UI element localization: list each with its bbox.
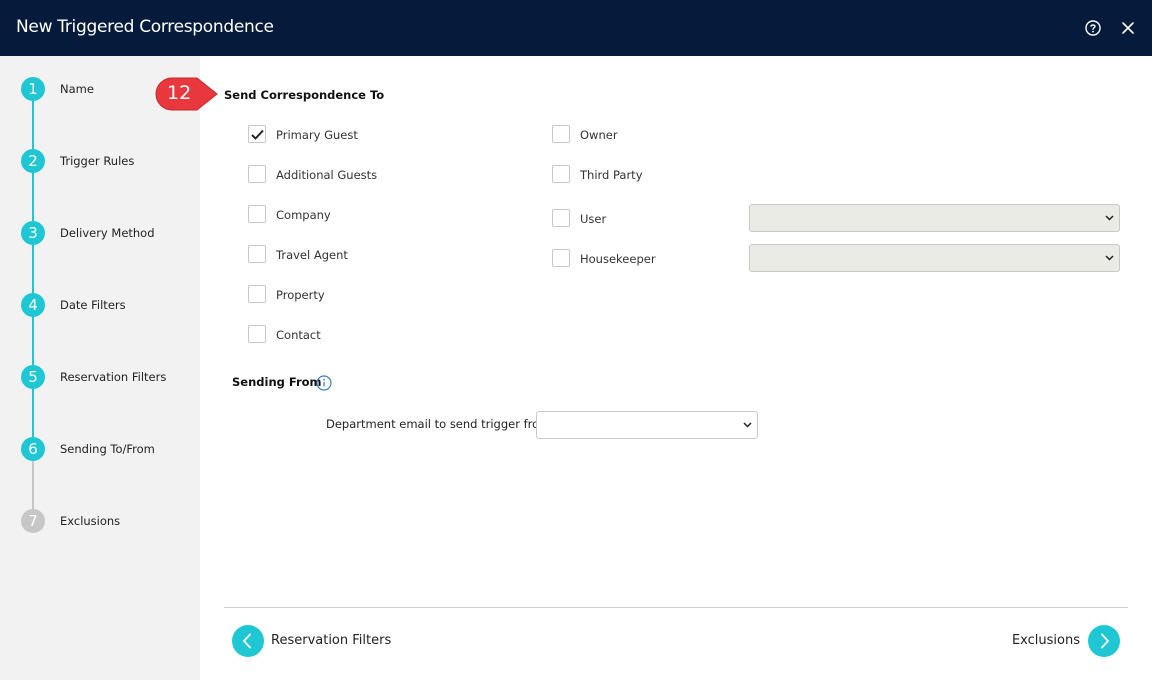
label-property: Property bbox=[276, 288, 325, 302]
footer-divider bbox=[224, 607, 1128, 608]
step-label: Date Filters bbox=[60, 298, 126, 312]
checkbox-housekeeper[interactable] bbox=[552, 249, 570, 267]
label-contact: Contact bbox=[276, 328, 321, 342]
chevron-down-icon bbox=[743, 422, 752, 428]
step-number: 6 bbox=[21, 437, 45, 461]
next-button[interactable]: Exclusions bbox=[1010, 625, 1120, 657]
back-button-label: Reservation Filters bbox=[271, 633, 392, 648]
checkbox-primary-guest[interactable] bbox=[248, 125, 266, 143]
back-button[interactable]: Reservation Filters bbox=[232, 625, 392, 657]
title-bar: New Triggered Correspondence bbox=[0, 0, 1152, 56]
checkbox-third-party[interactable] bbox=[552, 165, 570, 183]
chevron-left-icon bbox=[232, 625, 264, 657]
chevron-down-icon bbox=[1105, 215, 1114, 221]
step-delivery-method[interactable]: 3 Delivery Method bbox=[21, 221, 196, 245]
department-email-label: Department email to send trigger from bbox=[326, 417, 551, 431]
step-connector-inactive bbox=[32, 458, 34, 514]
step-sending-to-from[interactable]: 6 Sending To/From bbox=[21, 437, 196, 461]
label-company: Company bbox=[276, 208, 331, 222]
housekeeper-select[interactable] bbox=[749, 244, 1120, 272]
help-circle-icon[interactable] bbox=[1085, 20, 1101, 36]
label-owner: Owner bbox=[580, 128, 618, 142]
label-third-party: Third Party bbox=[580, 168, 643, 182]
step-label: Name bbox=[60, 82, 94, 96]
step-number: 2 bbox=[21, 149, 45, 173]
close-icon[interactable] bbox=[1121, 21, 1135, 35]
chevron-down-icon bbox=[1105, 255, 1114, 261]
step-number: 4 bbox=[21, 293, 45, 317]
step-reservation-filters[interactable]: 5 Reservation Filters bbox=[21, 365, 196, 389]
sending-from-heading: Sending From bbox=[232, 375, 322, 389]
checkbox-property[interactable] bbox=[248, 285, 266, 303]
step-number: 7 bbox=[21, 509, 45, 533]
step-number: 3 bbox=[21, 221, 45, 245]
label-travel-agent: Travel Agent bbox=[276, 248, 348, 262]
step-label: Trigger Rules bbox=[60, 154, 135, 168]
label-additional-guests: Additional Guests bbox=[276, 168, 378, 182]
step-number: 1 bbox=[21, 77, 45, 101]
checkbox-travel-agent[interactable] bbox=[248, 245, 266, 263]
wizard-sidebar: 1 Name 2 Trigger Rules 3 Delivery Method… bbox=[0, 56, 200, 680]
chevron-right-icon bbox=[1088, 625, 1120, 657]
checkbox-owner[interactable] bbox=[552, 125, 570, 143]
step-exclusions[interactable]: 7 Exclusions bbox=[21, 509, 196, 533]
dialog-title: New Triggered Correspondence bbox=[16, 17, 274, 37]
next-button-label: Exclusions bbox=[1011, 633, 1080, 648]
checkmark-icon bbox=[251, 129, 264, 140]
checkbox-contact[interactable] bbox=[248, 325, 266, 343]
step-trigger-rules[interactable]: 2 Trigger Rules bbox=[21, 149, 196, 173]
checkbox-additional-guests[interactable] bbox=[248, 165, 266, 183]
label-housekeeper: Housekeeper bbox=[580, 252, 656, 266]
user-select[interactable] bbox=[749, 204, 1120, 232]
step-label: Delivery Method bbox=[60, 226, 155, 240]
step-label: Exclusions bbox=[60, 514, 121, 528]
label-primary-guest: Primary Guest bbox=[276, 128, 358, 142]
step-number: 5 bbox=[21, 365, 45, 389]
checkbox-company[interactable] bbox=[248, 205, 266, 223]
checkbox-user[interactable] bbox=[552, 209, 570, 227]
callout-number: 12 bbox=[167, 82, 192, 104]
step-label: Reservation Filters bbox=[60, 370, 167, 384]
label-user: User bbox=[580, 212, 607, 226]
info-icon[interactable] bbox=[316, 375, 332, 391]
step-label: Sending To/From bbox=[60, 442, 155, 456]
send-to-heading: Send Correspondence To bbox=[224, 88, 385, 102]
department-email-select[interactable] bbox=[536, 411, 758, 439]
step-date-filters[interactable]: 4 Date Filters bbox=[21, 293, 196, 317]
